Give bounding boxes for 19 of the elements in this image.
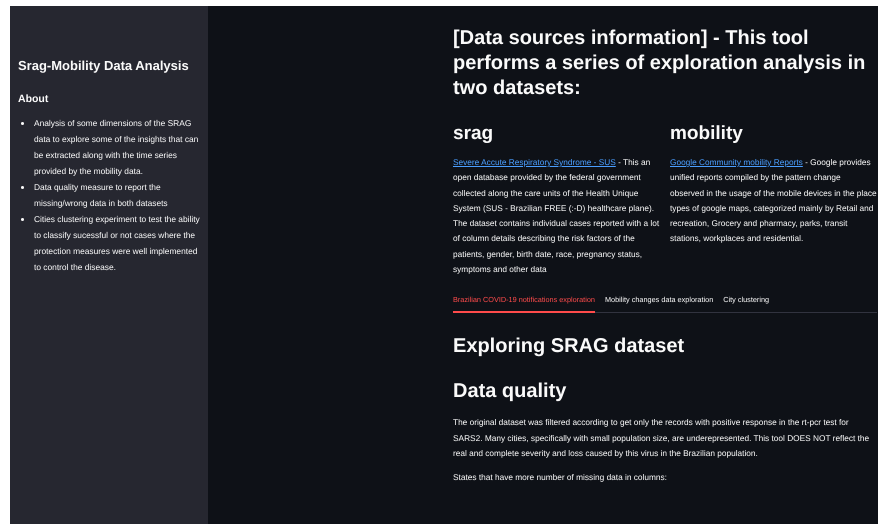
about-item: Data quality measure to report the missing/wrong data in both datasets [34,181,169,210]
source-description: Google Community mobility Reports - Google provides unified reports compiled by the pattern change observed in the usage of the mobile devices in the place types of google maps, categorized mainly by Retail and recreation, Grocery and pharmacy, parks, transit stations, workplaces and residential. [670,156,877,246]
bullet-icon [21,122,24,125]
bullet-icon [21,186,24,189]
section-title: Exploring SRAG dataset [453,335,686,358]
about-item: Analysis of some dimensions of the SRAG data to explore some of the insights that can be extracted along with the time series provided by the mobility data. [34,117,200,178]
source-title: srag [453,123,494,145]
source-description: Severe Accute Respiratory Syndrome - SUS - This an open database provided by the federal government collected along the care units of the Health Unique System (SUS - Brazilian FREE (:-D) healthcare plane). The dataset contains individual cases reported with a lot of column details describing the risk factors of the patients, gender, birth date, race, pregnancy status, symptoms and other data [453,156,660,276]
page-heading: [Data sources information] - This tool performs a series of exploration analysis in two datasets: [453,26,866,101]
source-link[interactable]: Severe Accute Respiratory Syndrome - SUS [453,157,616,167]
bullet-icon [21,218,24,221]
source-link[interactable]: Google Community mobility Reports [670,157,803,167]
subsection-title: Data quality [453,380,568,404]
paragraph: The original dataset was filtered according to get only the records with positive response in the rt-pcr test for SARS2. Many cities, specifically with small population size, are underepresented. This tool DOES NOT reflect the real and complete severity and loss caused by this virus in the Brazilian population. [453,416,870,460]
about-heading: About [18,93,50,105]
source-title: mobility [670,123,744,145]
paragraph: States that have more number of missing data in columns: [453,470,668,484]
about-item: Cities clustering experiment to test the ability to classify sucessful or not cases where the protection measures were well implemented to control the disease. [34,213,200,274]
sidebar-title: Srag-Mobility Data Analysis [18,58,190,73]
